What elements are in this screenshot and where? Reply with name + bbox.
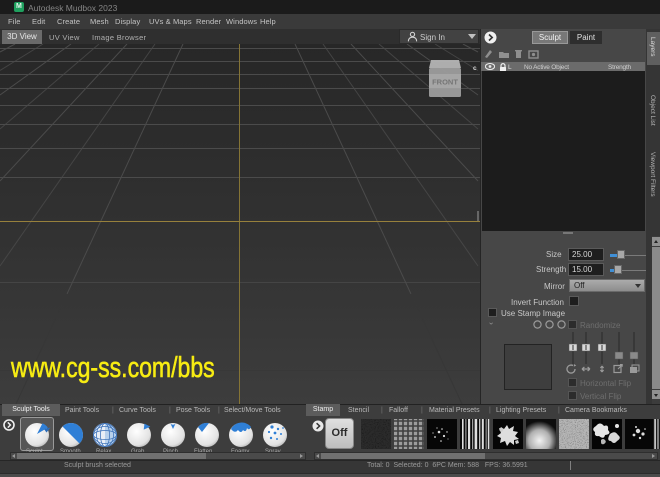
svg-text:FRONT: FRONT — [432, 78, 458, 87]
